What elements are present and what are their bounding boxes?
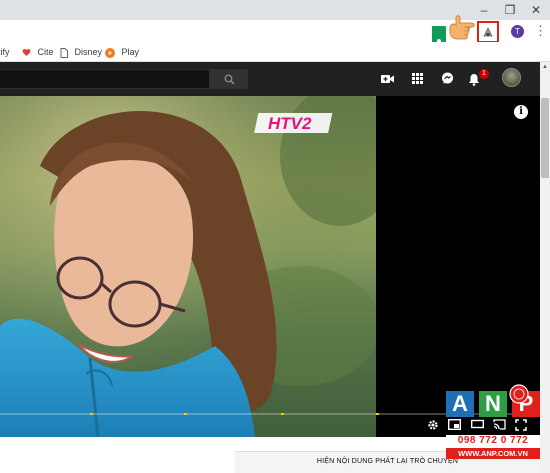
- profile-avatar[interactable]: T: [511, 25, 524, 38]
- apps-icon[interactable]: [412, 73, 423, 84]
- video-frame[interactable]: HTV2: [0, 96, 376, 437]
- browser-window: – ❐ ✕ r T ⋮ tify Cite Disney Play: [0, 0, 550, 473]
- chapter-marker: [184, 413, 187, 415]
- channel-logo-text: HTV2: [268, 114, 312, 133]
- watermark-phone: 098 772 0 772: [446, 435, 540, 447]
- close-button[interactable]: ✕: [526, 2, 546, 18]
- watermark-badge-icon: [509, 384, 529, 404]
- restore-button[interactable]: ❐: [500, 2, 520, 18]
- info-icon[interactable]: i: [514, 105, 528, 119]
- bookmark-label: tify: [0, 47, 10, 57]
- watermark-website: WWW.ANP.COM.VN: [446, 448, 540, 459]
- bookmarks-bar: tify Cite Disney Play: [0, 42, 550, 62]
- fullscreen-icon[interactable]: [515, 419, 527, 431]
- miniplayer-icon[interactable]: [448, 419, 461, 430]
- bookmark-label: Disney: [74, 47, 103, 57]
- bookmark-label: Cite: [37, 47, 54, 57]
- bookmark-spotify[interactable]: tify: [0, 45, 10, 59]
- highlighted-extension-button[interactable]: [477, 21, 499, 43]
- bookmark-disney[interactable]: Disney: [60, 45, 102, 59]
- watermark-letter-n: N: [479, 391, 507, 417]
- bookmark-cite[interactable]: Cite: [22, 45, 54, 59]
- watermark-letter-a: A: [446, 391, 474, 417]
- camera-icon[interactable]: [381, 73, 394, 84]
- search-input[interactable]: [0, 69, 210, 89]
- search-button[interactable]: [210, 69, 248, 89]
- channel-logo: HTV2: [254, 113, 333, 133]
- settings-gear-icon[interactable]: [427, 419, 439, 431]
- video-scene-image: HTV2: [0, 96, 376, 437]
- scroll-up-arrow-icon[interactable]: ▲: [540, 62, 550, 72]
- bookmark-label: Play: [121, 47, 140, 57]
- show-chat-replay-label: HIỆN NỘI DUNG PHÁT LẠI TRÒ CHUYỆN: [316, 458, 459, 465]
- chrome-menu-icon[interactable]: ⋮: [534, 24, 547, 40]
- page-icon: [60, 47, 68, 58]
- theater-mode-icon[interactable]: [471, 419, 484, 429]
- extension-puzzle-icon: [483, 27, 493, 37]
- account-avatar[interactable]: [502, 68, 521, 87]
- search-icon: [224, 74, 235, 85]
- notification-count-badge: 1: [479, 69, 489, 79]
- play-favicon-icon: [105, 47, 115, 58]
- bookmark-play[interactable]: Play: [105, 45, 139, 59]
- chapter-marker: [90, 413, 93, 415]
- chapter-marker: [376, 413, 379, 415]
- minimize-button[interactable]: –: [474, 2, 494, 18]
- scrollbar-thumb[interactable]: [541, 98, 549, 178]
- messages-icon[interactable]: [441, 72, 454, 85]
- chapter-marker: [281, 413, 284, 415]
- cast-icon[interactable]: [493, 419, 506, 430]
- cite-favicon-icon: [22, 49, 31, 57]
